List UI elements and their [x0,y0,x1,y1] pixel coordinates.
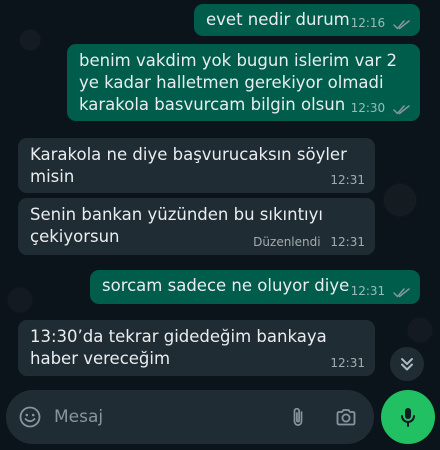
message-text: 13:30’da tekrar gidedeğim bankaya haber … [30,327,327,368]
message-bubble-outgoing[interactable]: benim vakdim yok bugun islerim var 2 ye … [67,44,420,121]
double-chevron-down-icon [401,358,413,371]
double-check-icon [393,288,410,298]
edited-label: Düzenlendi [253,235,321,249]
message-time: 12:31 [330,235,365,249]
message-meta: 12:31 [330,356,365,370]
message-bubble-incoming[interactable]: Senin bankan yüzünden bu sıkıntıyı çekiy… [18,198,375,255]
message-meta: 12:16 [351,16,410,30]
message-bubble-outgoing[interactable]: sorcam sadece ne oluyor diye 12:31 [90,270,420,304]
emoji-icon[interactable] [18,405,42,429]
message-time: 12:31 [350,284,386,298]
message-meta: 12:30 [351,101,410,115]
message-text: Karakola ne diye başvurucaksın söyler mi… [30,145,347,186]
camera-icon[interactable] [334,405,358,429]
microphone-icon [401,408,415,427]
message-time: 12:31 [330,173,365,187]
message-bubble-incoming[interactable]: 13:30’da tekrar gidedeğim bankaya haber … [18,320,375,376]
message-composer [6,390,374,444]
double-check-icon [393,20,410,30]
double-check-icon [393,105,410,115]
message-input[interactable] [54,405,274,429]
message-meta: Düzenlendi 12:31 [253,235,365,249]
message-time: 12:31 [330,356,365,370]
message-meta: 12:31 [351,284,410,298]
message-time: 12:16 [350,16,386,30]
message-meta: 12:31 [330,173,365,187]
voice-message-button[interactable] [381,390,435,444]
message-bubble-incoming[interactable]: Karakola ne diye başvurucaksın söyler mi… [18,138,375,193]
message-time: 12:30 [350,101,386,115]
message-bubble-outgoing[interactable]: evet nedir durum 12:16 [194,4,420,36]
scroll-to-bottom-button[interactable] [390,347,424,381]
paperclip-icon[interactable] [286,405,310,429]
